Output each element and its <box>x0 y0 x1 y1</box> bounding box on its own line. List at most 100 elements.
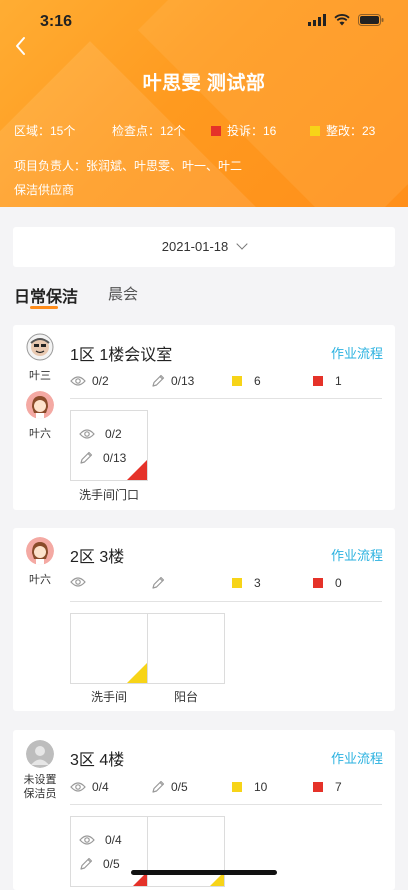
complaint-count: 投诉：16 <box>227 124 277 138</box>
cleaning-supplier: 保洁供应商 <box>14 183 75 197</box>
views-value: 0/4 <box>92 780 109 794</box>
complaint-metric: 7 <box>313 780 342 794</box>
workflow-link[interactable]: 作业流程 <box>331 343 383 362</box>
views-metric: 0/2 <box>70 374 109 388</box>
header: 3:16 叶思雯 测试部 区域：15个 检查点：12个 投诉：16 整改：23 … <box>0 0 408 207</box>
area-card[interactable]: 叶六 2区 3楼 作业流程 3 0 洗手间 阳台 <box>13 528 395 711</box>
tab-daily-cleaning[interactable]: 日常保洁 <box>14 283 78 307</box>
area-metrics: 0/4 0/5 10 7 <box>70 780 380 796</box>
signal-icon <box>308 14 326 26</box>
views-value: 0/2 <box>92 374 109 388</box>
tile-edits: 0/5 <box>79 857 120 871</box>
checkpoint-tile[interactable]: 0/4 0/5 <box>70 816 148 887</box>
edits-metric <box>151 576 171 590</box>
eye-icon <box>70 577 86 587</box>
area-card[interactable]: 未设置保洁员 3区 4楼 作业流程 0/4 0/5 10 7 0/4 0/5 <box>13 730 395 890</box>
complaint-value: 0 <box>335 576 342 590</box>
edits-value: 0/13 <box>171 374 195 388</box>
avatar <box>26 333 54 361</box>
back-icon[interactable] <box>10 34 34 58</box>
checkpoint-label: 洗手间 <box>90 690 127 704</box>
eye-icon <box>70 782 86 792</box>
yellow-square-icon <box>232 376 242 386</box>
rectify-metric: 10 <box>232 780 267 794</box>
pencil-icon <box>80 857 93 870</box>
complaint-value: 1 <box>335 374 342 388</box>
cleaner-name: 叶六 <box>29 428 51 440</box>
checkpoint-tile[interactable] <box>70 613 148 684</box>
tile-views-value: 0/4 <box>105 833 122 847</box>
complaint-value: 7 <box>335 780 342 794</box>
area-metrics: 0/2 0/13 6 1 <box>70 374 380 390</box>
yellow-square-icon <box>310 126 320 136</box>
edits-value: 0/5 <box>171 780 188 794</box>
active-tab-indicator <box>30 306 58 309</box>
area-title: 1区 1楼会议室 <box>70 347 173 364</box>
rectify-metric: 6 <box>232 374 261 388</box>
checkpoint-tile[interactable] <box>147 816 225 887</box>
red-square-icon <box>313 376 323 386</box>
cleaner-name: 叶六 <box>29 574 51 586</box>
rectify-value: 6 <box>254 374 261 388</box>
rectify-count: 整改：23 <box>326 124 376 138</box>
tile-edits-value: 0/13 <box>103 451 127 465</box>
area-metrics: 3 0 <box>70 576 380 592</box>
eye-icon <box>79 835 95 845</box>
yellow-square-icon <box>232 782 242 792</box>
date-picker[interactable]: 2021-01-18 <box>13 227 395 267</box>
avatar <box>26 391 54 419</box>
checkpoint-tile[interactable]: 0/2 0/13 <box>70 410 148 481</box>
workflow-link[interactable]: 作业流程 <box>331 748 383 767</box>
red-square-icon <box>313 782 323 792</box>
wifi-icon <box>334 14 350 26</box>
eye-icon <box>79 429 95 439</box>
yellow-corner-flag <box>127 663 147 683</box>
workflow-link[interactable]: 作业流程 <box>331 545 383 564</box>
views-metric <box>70 576 92 588</box>
rectify-value: 3 <box>254 576 261 590</box>
area-card[interactable]: 叶三 叶六 1区 1楼会议室 作业流程 0/2 0/13 6 1 0/2 0/1… <box>13 325 395 510</box>
area-count: 区域：15个 <box>14 124 76 138</box>
eye-icon <box>70 376 86 386</box>
edits-metric: 0/5 <box>151 780 188 794</box>
rectify-stat: 整改：23 <box>310 122 375 139</box>
status-time: 3:16 <box>40 13 73 30</box>
area-title: 3区 4楼 <box>70 752 125 769</box>
tile-views: 0/2 <box>79 427 122 441</box>
home-indicator <box>131 870 277 875</box>
edits-metric: 0/13 <box>151 374 194 388</box>
checkpoint-tile[interactable] <box>147 613 225 684</box>
views-metric: 0/4 <box>70 780 109 794</box>
complaint-metric: 1 <box>313 374 342 388</box>
divider <box>70 398 382 399</box>
header-stats: 区域：15个 检查点：12个 投诉：16 整改：23 <box>14 122 394 138</box>
tab-morning-meeting[interactable]: 晨会 <box>108 283 138 304</box>
project-managers: 项目负责人：张润斌、叶思雯、叶一、叶二 <box>14 159 243 173</box>
rectify-value: 10 <box>254 780 268 794</box>
divider <box>70 804 382 805</box>
pencil-icon <box>152 780 165 793</box>
rectify-metric: 3 <box>232 576 261 590</box>
area-title: 2区 3楼 <box>70 549 125 566</box>
complaint-stat: 投诉：16 <box>211 122 276 139</box>
checkpoint-label: 洗手间门口 <box>78 488 139 502</box>
avatar <box>26 537 54 565</box>
yellow-square-icon <box>232 578 242 588</box>
chevron-down-icon <box>236 238 248 250</box>
pencil-icon <box>152 374 165 387</box>
red-square-icon <box>211 126 221 136</box>
divider <box>70 601 382 602</box>
page-title: 叶思雯 测试部 <box>142 73 266 94</box>
tile-edits-value: 0/5 <box>103 857 120 871</box>
status-bar: 3:16 <box>0 0 408 44</box>
cleaner-name: 叶三 <box>29 370 51 382</box>
complaint-metric: 0 <box>313 576 342 590</box>
pencil-icon <box>152 576 165 589</box>
red-square-icon <box>313 578 323 588</box>
checkpoint-count: 检查点：12个 <box>112 124 186 138</box>
checkpoint-label: 阳台 <box>173 690 198 704</box>
red-corner-flag <box>127 460 147 480</box>
default-avatar-icon <box>26 740 54 768</box>
tab-bar: 日常保洁 晨会 <box>0 280 408 310</box>
cleaner-name: 未设置保洁员 <box>23 774 57 800</box>
